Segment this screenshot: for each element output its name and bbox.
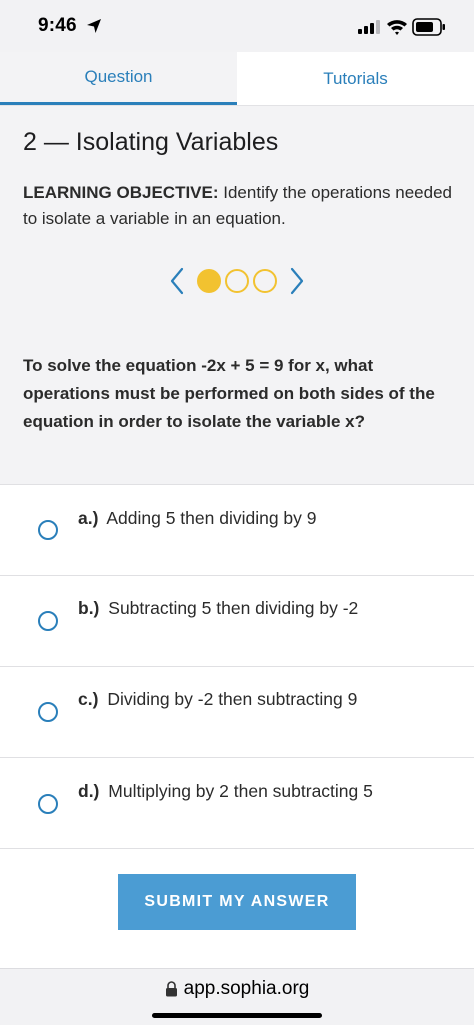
chevron-right-icon[interactable] — [290, 267, 304, 295]
lock-icon — [165, 981, 177, 997]
option-letter: a.) — [78, 508, 99, 528]
status-time: 9:46 — [38, 15, 77, 36]
url-field[interactable]: app.sophia.org — [0, 978, 474, 1000]
pager-dots — [197, 269, 277, 293]
objective-label: LEARNING OBJECTIVE: — [23, 183, 219, 202]
page-title: 2 — Isolating Variables — [23, 128, 279, 156]
location-arrow-icon — [87, 19, 101, 33]
answer-options: a.) Adding 5 then dividing by 9 b.) Subt… — [0, 485, 474, 849]
option-text: Adding 5 then dividing by 9 — [106, 508, 317, 528]
submit-answer-button[interactable]: SUBMIT MY ANSWER — [118, 874, 356, 930]
option-letter: c.) — [78, 689, 99, 709]
option-letter: d.) — [78, 781, 100, 801]
wifi-icon — [387, 20, 407, 35]
pager-dot-1[interactable] — [197, 269, 221, 293]
radio-button[interactable] — [38, 702, 58, 722]
option-text: Dividing by -2 then subtracting 9 — [107, 689, 358, 709]
question-text: To solve the equation -2x + 5 = 9 for x,… — [23, 356, 435, 431]
home-indicator[interactable] — [152, 1013, 322, 1018]
option-text: Multiplying by 2 then subtracting 5 — [108, 781, 373, 801]
battery-icon — [412, 18, 445, 36]
option-a[interactable]: a.) Adding 5 then dividing by 9 — [0, 485, 474, 576]
option-label: d.) Multiplying by 2 then subtracting 5 — [78, 781, 373, 802]
option-label: a.) Adding 5 then dividing by 9 — [78, 508, 317, 529]
question-pager — [170, 263, 304, 299]
option-c[interactable]: c.) Dividing by -2 then subtracting 9 — [0, 667, 474, 758]
option-text: Subtracting 5 then dividing by -2 — [108, 598, 359, 618]
cellular-signal-icon — [358, 20, 380, 34]
pager-dot-2[interactable] — [225, 269, 249, 293]
tab-tutorials[interactable]: Tutorials — [237, 52, 474, 105]
radio-button[interactable] — [38, 794, 58, 814]
option-label: c.) Dividing by -2 then subtracting 9 — [78, 689, 357, 710]
pager-dot-3[interactable] — [253, 269, 277, 293]
radio-button[interactable] — [38, 611, 58, 631]
option-b[interactable]: b.) Subtracting 5 then dividing by -2 — [0, 576, 474, 667]
browser-address-bar: app.sophia.org — [0, 968, 474, 1025]
tab-bar: Question Tutorials — [0, 52, 474, 106]
status-bar: 9:46 — [0, 0, 474, 52]
option-d[interactable]: d.) Multiplying by 2 then subtracting 5 — [0, 758, 474, 849]
url-text: app.sophia.org — [183, 978, 310, 999]
learning-objective: LEARNING OBJECTIVE: Identify the operati… — [23, 180, 453, 232]
tab-question[interactable]: Question — [0, 52, 237, 105]
radio-button[interactable] — [38, 520, 58, 540]
option-letter: b.) — [78, 598, 100, 618]
question-panel: 2 — Isolating Variables LEARNING OBJECTI… — [0, 106, 474, 485]
option-label: b.) Subtracting 5 then dividing by -2 — [78, 598, 358, 619]
chevron-left-icon[interactable] — [170, 267, 184, 295]
